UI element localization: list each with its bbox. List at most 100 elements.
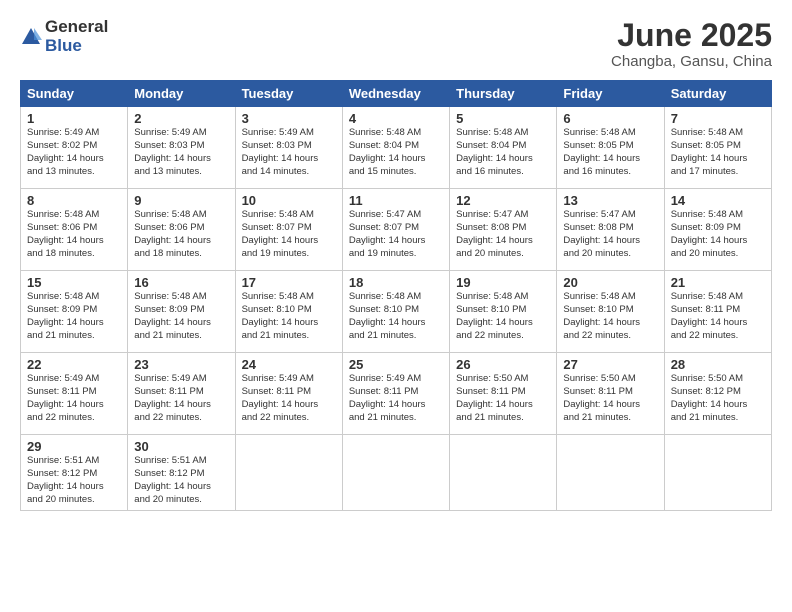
calendar-cell: 8Sunrise: 5:48 AMSunset: 8:06 PMDaylight…: [21, 189, 128, 271]
calendar-cell: 21Sunrise: 5:48 AMSunset: 8:11 PMDayligh…: [664, 271, 771, 353]
calendar-cell: 3Sunrise: 5:49 AMSunset: 8:03 PMDaylight…: [235, 107, 342, 189]
day-info: Sunrise: 5:49 AMSunset: 8:03 PMDaylight:…: [134, 127, 228, 178]
week-row-4: 22Sunrise: 5:49 AMSunset: 8:11 PMDayligh…: [21, 353, 772, 435]
day-info: Sunrise: 5:48 AMSunset: 8:10 PMDaylight:…: [242, 291, 336, 342]
day-number: 6: [563, 111, 657, 126]
day-info: Sunrise: 5:48 AMSunset: 8:07 PMDaylight:…: [242, 209, 336, 260]
calendar-cell: 2Sunrise: 5:49 AMSunset: 8:03 PMDaylight…: [128, 107, 235, 189]
day-info: Sunrise: 5:49 AMSunset: 8:11 PMDaylight:…: [242, 373, 336, 424]
month-title: June 2025: [611, 18, 772, 53]
day-info: Sunrise: 5:48 AMSunset: 8:10 PMDaylight:…: [456, 291, 550, 342]
page: General Blue June 2025 Changba, Gansu, C…: [0, 0, 792, 612]
weekday-header-thursday: Thursday: [450, 81, 557, 107]
calendar-cell: 9Sunrise: 5:48 AMSunset: 8:06 PMDaylight…: [128, 189, 235, 271]
title-area: June 2025 Changba, Gansu, China: [611, 18, 772, 70]
day-number: 22: [27, 357, 121, 372]
calendar-table: SundayMondayTuesdayWednesdayThursdayFrid…: [20, 80, 772, 511]
day-number: 18: [349, 275, 443, 290]
calendar-cell: 12Sunrise: 5:47 AMSunset: 8:08 PMDayligh…: [450, 189, 557, 271]
day-info: Sunrise: 5:48 AMSunset: 8:09 PMDaylight:…: [134, 291, 228, 342]
day-number: 10: [242, 193, 336, 208]
logo: General Blue: [20, 18, 108, 55]
calendar-cell: 23Sunrise: 5:49 AMSunset: 8:11 PMDayligh…: [128, 353, 235, 435]
day-info: Sunrise: 5:48 AMSunset: 8:06 PMDaylight:…: [134, 209, 228, 260]
day-number: 1: [27, 111, 121, 126]
day-info: Sunrise: 5:51 AMSunset: 8:12 PMDaylight:…: [27, 455, 121, 506]
day-number: 24: [242, 357, 336, 372]
calendar-cell: 29Sunrise: 5:51 AMSunset: 8:12 PMDayligh…: [21, 435, 128, 511]
day-number: 13: [563, 193, 657, 208]
calendar-cell: [235, 435, 342, 511]
day-info: Sunrise: 5:48 AMSunset: 8:11 PMDaylight:…: [671, 291, 765, 342]
day-number: 17: [242, 275, 336, 290]
logo-blue: Blue: [45, 37, 108, 56]
day-number: 11: [349, 193, 443, 208]
weekday-header-monday: Monday: [128, 81, 235, 107]
calendar-cell: 17Sunrise: 5:48 AMSunset: 8:10 PMDayligh…: [235, 271, 342, 353]
week-row-3: 15Sunrise: 5:48 AMSunset: 8:09 PMDayligh…: [21, 271, 772, 353]
day-number: 8: [27, 193, 121, 208]
calendar-cell: 5Sunrise: 5:48 AMSunset: 8:04 PMDaylight…: [450, 107, 557, 189]
location: Changba, Gansu, China: [611, 53, 772, 70]
day-info: Sunrise: 5:47 AMSunset: 8:08 PMDaylight:…: [563, 209, 657, 260]
day-number: 30: [134, 439, 228, 454]
calendar-cell: 14Sunrise: 5:48 AMSunset: 8:09 PMDayligh…: [664, 189, 771, 271]
day-number: 23: [134, 357, 228, 372]
day-info: Sunrise: 5:49 AMSunset: 8:11 PMDaylight:…: [349, 373, 443, 424]
day-info: Sunrise: 5:50 AMSunset: 8:11 PMDaylight:…: [563, 373, 657, 424]
day-info: Sunrise: 5:48 AMSunset: 8:04 PMDaylight:…: [456, 127, 550, 178]
calendar-cell: 30Sunrise: 5:51 AMSunset: 8:12 PMDayligh…: [128, 435, 235, 511]
weekday-header-wednesday: Wednesday: [342, 81, 449, 107]
day-number: 21: [671, 275, 765, 290]
day-number: 20: [563, 275, 657, 290]
day-info: Sunrise: 5:48 AMSunset: 8:05 PMDaylight:…: [563, 127, 657, 178]
calendar-cell: 10Sunrise: 5:48 AMSunset: 8:07 PMDayligh…: [235, 189, 342, 271]
weekday-header-tuesday: Tuesday: [235, 81, 342, 107]
day-info: Sunrise: 5:51 AMSunset: 8:12 PMDaylight:…: [134, 455, 228, 506]
calendar-cell: 1Sunrise: 5:49 AMSunset: 8:02 PMDaylight…: [21, 107, 128, 189]
calendar-cell: 4Sunrise: 5:48 AMSunset: 8:04 PMDaylight…: [342, 107, 449, 189]
day-info: Sunrise: 5:50 AMSunset: 8:11 PMDaylight:…: [456, 373, 550, 424]
day-number: 5: [456, 111, 550, 126]
day-number: 9: [134, 193, 228, 208]
day-number: 3: [242, 111, 336, 126]
day-info: Sunrise: 5:49 AMSunset: 8:02 PMDaylight:…: [27, 127, 121, 178]
day-info: Sunrise: 5:48 AMSunset: 8:06 PMDaylight:…: [27, 209, 121, 260]
calendar-cell: 11Sunrise: 5:47 AMSunset: 8:07 PMDayligh…: [342, 189, 449, 271]
day-number: 28: [671, 357, 765, 372]
day-number: 27: [563, 357, 657, 372]
day-number: 7: [671, 111, 765, 126]
day-info: Sunrise: 5:50 AMSunset: 8:12 PMDaylight:…: [671, 373, 765, 424]
header: General Blue June 2025 Changba, Gansu, C…: [20, 18, 772, 70]
day-info: Sunrise: 5:48 AMSunset: 8:09 PMDaylight:…: [27, 291, 121, 342]
weekday-header-row: SundayMondayTuesdayWednesdayThursdayFrid…: [21, 81, 772, 107]
day-number: 4: [349, 111, 443, 126]
day-info: Sunrise: 5:48 AMSunset: 8:05 PMDaylight:…: [671, 127, 765, 178]
logo-general: General: [45, 18, 108, 37]
day-number: 12: [456, 193, 550, 208]
calendar-cell: 22Sunrise: 5:49 AMSunset: 8:11 PMDayligh…: [21, 353, 128, 435]
calendar-cell: 16Sunrise: 5:48 AMSunset: 8:09 PMDayligh…: [128, 271, 235, 353]
calendar-cell: 24Sunrise: 5:49 AMSunset: 8:11 PMDayligh…: [235, 353, 342, 435]
weekday-header-saturday: Saturday: [664, 81, 771, 107]
calendar-cell: 26Sunrise: 5:50 AMSunset: 8:11 PMDayligh…: [450, 353, 557, 435]
day-info: Sunrise: 5:48 AMSunset: 8:10 PMDaylight:…: [563, 291, 657, 342]
calendar-cell: 15Sunrise: 5:48 AMSunset: 8:09 PMDayligh…: [21, 271, 128, 353]
calendar-cell: 25Sunrise: 5:49 AMSunset: 8:11 PMDayligh…: [342, 353, 449, 435]
day-info: Sunrise: 5:48 AMSunset: 8:09 PMDaylight:…: [671, 209, 765, 260]
calendar-cell: 27Sunrise: 5:50 AMSunset: 8:11 PMDayligh…: [557, 353, 664, 435]
day-info: Sunrise: 5:48 AMSunset: 8:10 PMDaylight:…: [349, 291, 443, 342]
day-info: Sunrise: 5:49 AMSunset: 8:11 PMDaylight:…: [27, 373, 121, 424]
day-info: Sunrise: 5:48 AMSunset: 8:04 PMDaylight:…: [349, 127, 443, 178]
calendar-cell: 7Sunrise: 5:48 AMSunset: 8:05 PMDaylight…: [664, 107, 771, 189]
day-info: Sunrise: 5:47 AMSunset: 8:07 PMDaylight:…: [349, 209, 443, 260]
week-row-1: 1Sunrise: 5:49 AMSunset: 8:02 PMDaylight…: [21, 107, 772, 189]
calendar-cell: 18Sunrise: 5:48 AMSunset: 8:10 PMDayligh…: [342, 271, 449, 353]
day-number: 14: [671, 193, 765, 208]
calendar-cell: [664, 435, 771, 511]
calendar-cell: 19Sunrise: 5:48 AMSunset: 8:10 PMDayligh…: [450, 271, 557, 353]
calendar-cell: 13Sunrise: 5:47 AMSunset: 8:08 PMDayligh…: [557, 189, 664, 271]
logo-icon: [20, 26, 42, 48]
day-number: 25: [349, 357, 443, 372]
calendar-cell: 20Sunrise: 5:48 AMSunset: 8:10 PMDayligh…: [557, 271, 664, 353]
